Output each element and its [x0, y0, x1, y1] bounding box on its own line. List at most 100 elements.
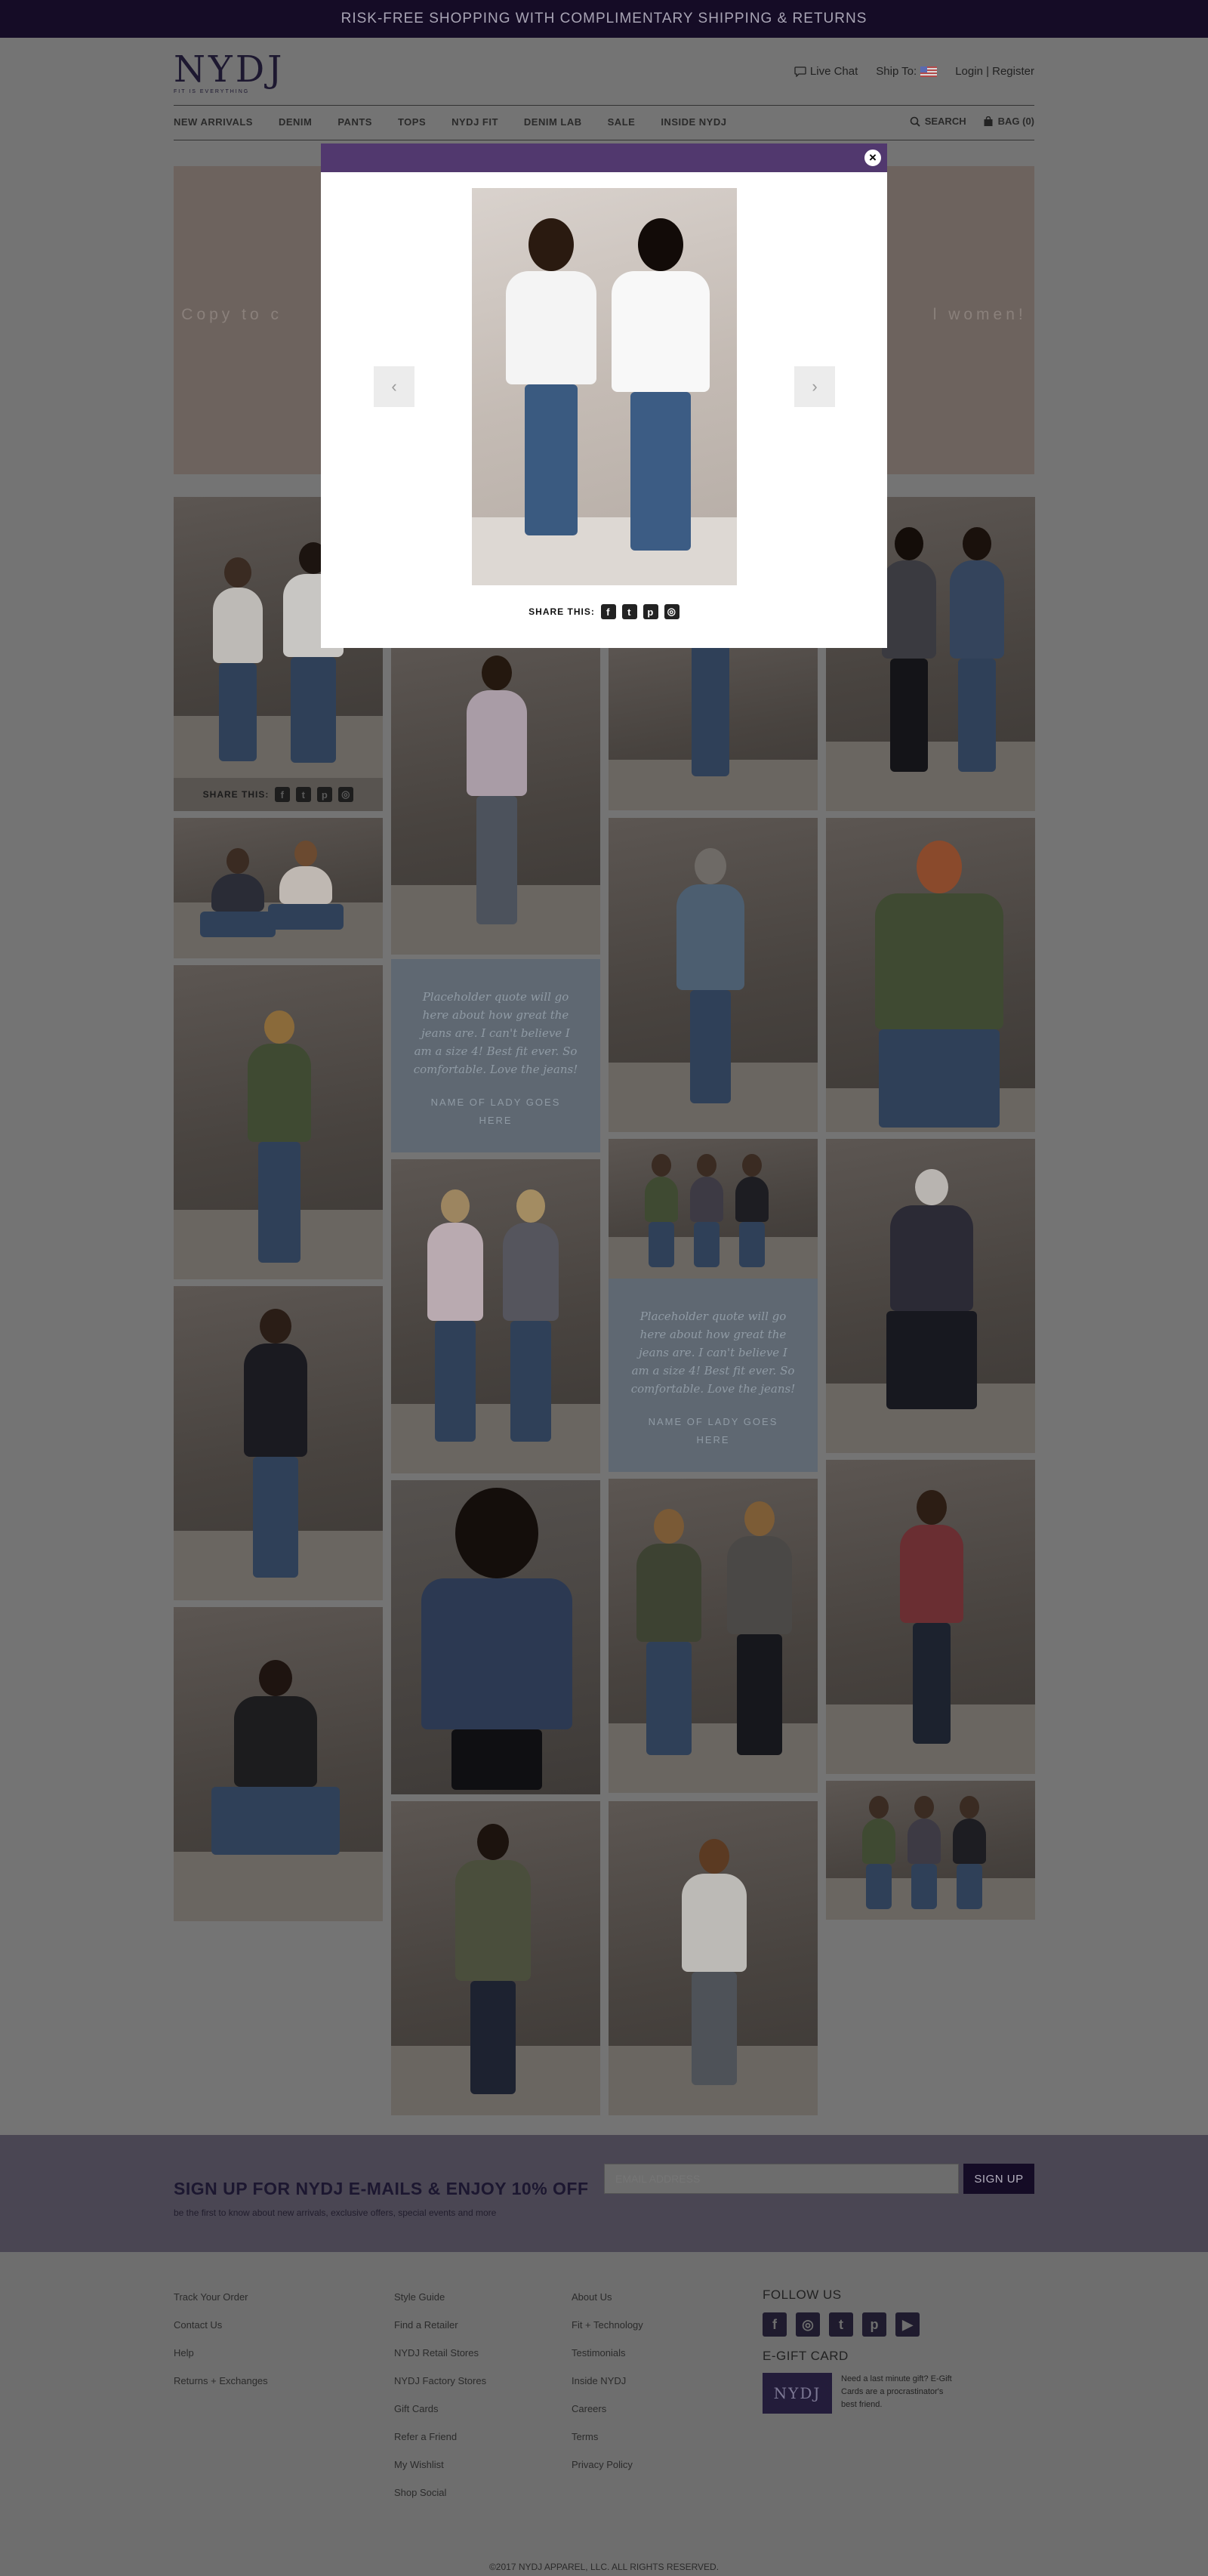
footer-link[interactable]: NYDJ Retail Stores [394, 2347, 486, 2375]
footer-link[interactable]: About Us [572, 2291, 643, 2319]
footer-link[interactable]: Returns + Exchanges [174, 2375, 268, 2403]
gallery-photo[interactable] [826, 818, 1035, 1132]
utility-links: Live Chat Ship To: Login | Register [794, 65, 1034, 78]
nav-actions: SEARCH BAG (0) [910, 116, 1034, 127]
footer-col-about: About Us Fit + Technology Testimonials I… [572, 2291, 643, 2487]
footer-link[interactable]: Refer a Friend [394, 2431, 486, 2459]
instagram-icon[interactable]: ◎ [664, 604, 680, 619]
copyright: ©2017 NYDJ APPAREL, LLC. ALL RIGHTS RESE… [488, 2562, 720, 2572]
photo-gallery: SHARE THIS: f t p ◎ Placeholder quote wi… [174, 497, 1035, 2115]
gallery-photo[interactable] [609, 640, 818, 810]
nav-item-denim-lab[interactable]: DENIM LAB [524, 116, 582, 128]
photo-image [609, 1139, 818, 1279]
pinterest-icon[interactable]: p [317, 787, 333, 802]
gallery-photo[interactable] [174, 965, 383, 1279]
photo-image [174, 1607, 383, 1921]
facebook-icon[interactable]: f [763, 2312, 787, 2337]
gallery-photo[interactable] [391, 1159, 600, 1473]
pinterest-icon[interactable]: p [643, 604, 658, 619]
gallery-photo[interactable] [174, 1607, 383, 1921]
gallery-photo[interactable] [174, 818, 383, 958]
site-header: NYDJ FIT IS EVERYTHING Live Chat Ship To… [0, 38, 1208, 106]
gallery-photo[interactable] [609, 1139, 818, 1279]
gallery-photo[interactable] [609, 818, 818, 1132]
login-register-link[interactable]: Login | Register [955, 65, 1034, 78]
us-flag-icon [920, 66, 938, 77]
search-label: SEARCH [924, 116, 966, 127]
gallery-photo[interactable] [391, 1801, 600, 2115]
footer-link[interactable]: Style Guide [394, 2291, 486, 2319]
nav-menu: NEW ARRIVALS DENIM PANTS TOPS NYDJ FIT D… [174, 116, 726, 128]
facebook-icon[interactable]: f [600, 604, 616, 619]
chevron-right-icon[interactable]: › [794, 366, 835, 407]
newsletter-signup: SIGN UP FOR NYDJ E-MAILS & ENJOY 10% OFF… [0, 2135, 1208, 2252]
footer-link[interactable]: Find a Retailer [394, 2319, 486, 2347]
youtube-icon[interactable]: ▶ [895, 2312, 920, 2337]
gallery-photo[interactable] [609, 1479, 818, 1793]
photo-image [826, 1781, 1035, 1920]
footer-link[interactable]: Terms [572, 2431, 643, 2459]
twitter-icon[interactable]: t [621, 604, 637, 619]
photo-image [174, 965, 383, 1279]
pinterest-icon[interactable]: p [862, 2312, 886, 2337]
nav-item-new-arrivals[interactable]: NEW ARRIVALS [174, 116, 253, 128]
instagram-icon[interactable]: ◎ [338, 787, 354, 802]
hero-copy-right: l women! [932, 306, 1027, 323]
site-footer: Track Your Order Contact Us Help Returns… [0, 2252, 1208, 2576]
gallery-photo[interactable] [391, 1480, 600, 1794]
gallery-photo[interactable] [174, 1286, 383, 1600]
gallery-photo[interactable] [826, 1460, 1035, 1774]
close-icon[interactable]: × [863, 148, 883, 168]
footer-link[interactable]: Privacy Policy [572, 2459, 643, 2487]
footer-link[interactable]: Testimonials [572, 2347, 643, 2375]
instagram-icon[interactable]: ◎ [796, 2312, 820, 2337]
egift-card-image[interactable]: NYDJ [763, 2373, 832, 2414]
ship-to-selector[interactable]: Ship To: [876, 65, 938, 78]
footer-link[interactable]: Track Your Order [174, 2291, 268, 2319]
search-button[interactable]: SEARCH [910, 116, 966, 127]
footer-link[interactable]: Contact Us [174, 2319, 268, 2347]
bag-icon [984, 116, 993, 126]
gallery-photo[interactable] [391, 640, 600, 955]
footer-link[interactable]: Gift Cards [394, 2403, 486, 2431]
twitter-icon[interactable]: t [296, 787, 312, 802]
follow-us-title: FOLLOW US [763, 2288, 842, 2302]
photo-image [609, 1801, 818, 2115]
chat-icon [794, 66, 806, 77]
footer-link[interactable]: Inside NYDJ [572, 2375, 643, 2403]
nav-item-tops[interactable]: TOPS [398, 116, 426, 128]
quote-text: Placeholder quote will go here about how… [630, 1310, 796, 1396]
email-field[interactable] [604, 2164, 959, 2194]
twitter-icon[interactable]: t [829, 2312, 853, 2337]
footer-link[interactable]: NYDJ Factory Stores [394, 2375, 486, 2403]
footer-link[interactable]: Shop Social [394, 2487, 486, 2515]
photo-image [174, 818, 383, 958]
search-icon [910, 116, 920, 127]
nav-item-pants[interactable]: PANTS [337, 116, 372, 128]
nydj-logo[interactable]: NYDJ FIT IS EVERYTHING [174, 51, 294, 97]
nav-item-sale[interactable]: SALE [608, 116, 636, 128]
modal-header-bar [321, 143, 887, 172]
footer-link[interactable]: My Wishlist [394, 2459, 486, 2487]
main-nav: NEW ARRIVALS DENIM PANTS TOPS NYDJ FIT D… [0, 106, 1208, 140]
gallery-photo[interactable] [826, 1139, 1035, 1453]
nav-item-inside-nydj[interactable]: INSIDE NYDJ [661, 116, 726, 128]
footer-link[interactable]: Fit + Technology [572, 2319, 643, 2347]
footer-link[interactable]: Careers [572, 2403, 643, 2431]
live-chat-link[interactable]: Live Chat [794, 65, 858, 78]
photo-image [609, 640, 818, 810]
footer-link[interactable]: Help [174, 2347, 268, 2375]
quote-text: Placeholder quote will go here about how… [413, 990, 578, 1076]
gallery-photo[interactable] [609, 1801, 818, 2115]
facebook-icon[interactable]: f [275, 787, 291, 802]
sign-up-button[interactable]: SIGN UP [963, 2164, 1034, 2194]
live-chat-label: Live Chat [809, 65, 858, 78]
bag-button[interactable]: BAG (0) [983, 116, 1034, 127]
gallery-photo[interactable] [826, 1781, 1035, 1920]
lightbox-photo [472, 188, 737, 585]
nav-item-nydj-fit[interactable]: NYDJ FIT [451, 116, 498, 128]
photo-image [826, 1460, 1035, 1774]
chevron-left-icon[interactable]: ‹ [374, 366, 414, 407]
newsletter-subtitle: be the first to know about new arrivals,… [174, 2207, 497, 2218]
nav-item-denim[interactable]: DENIM [279, 116, 312, 128]
